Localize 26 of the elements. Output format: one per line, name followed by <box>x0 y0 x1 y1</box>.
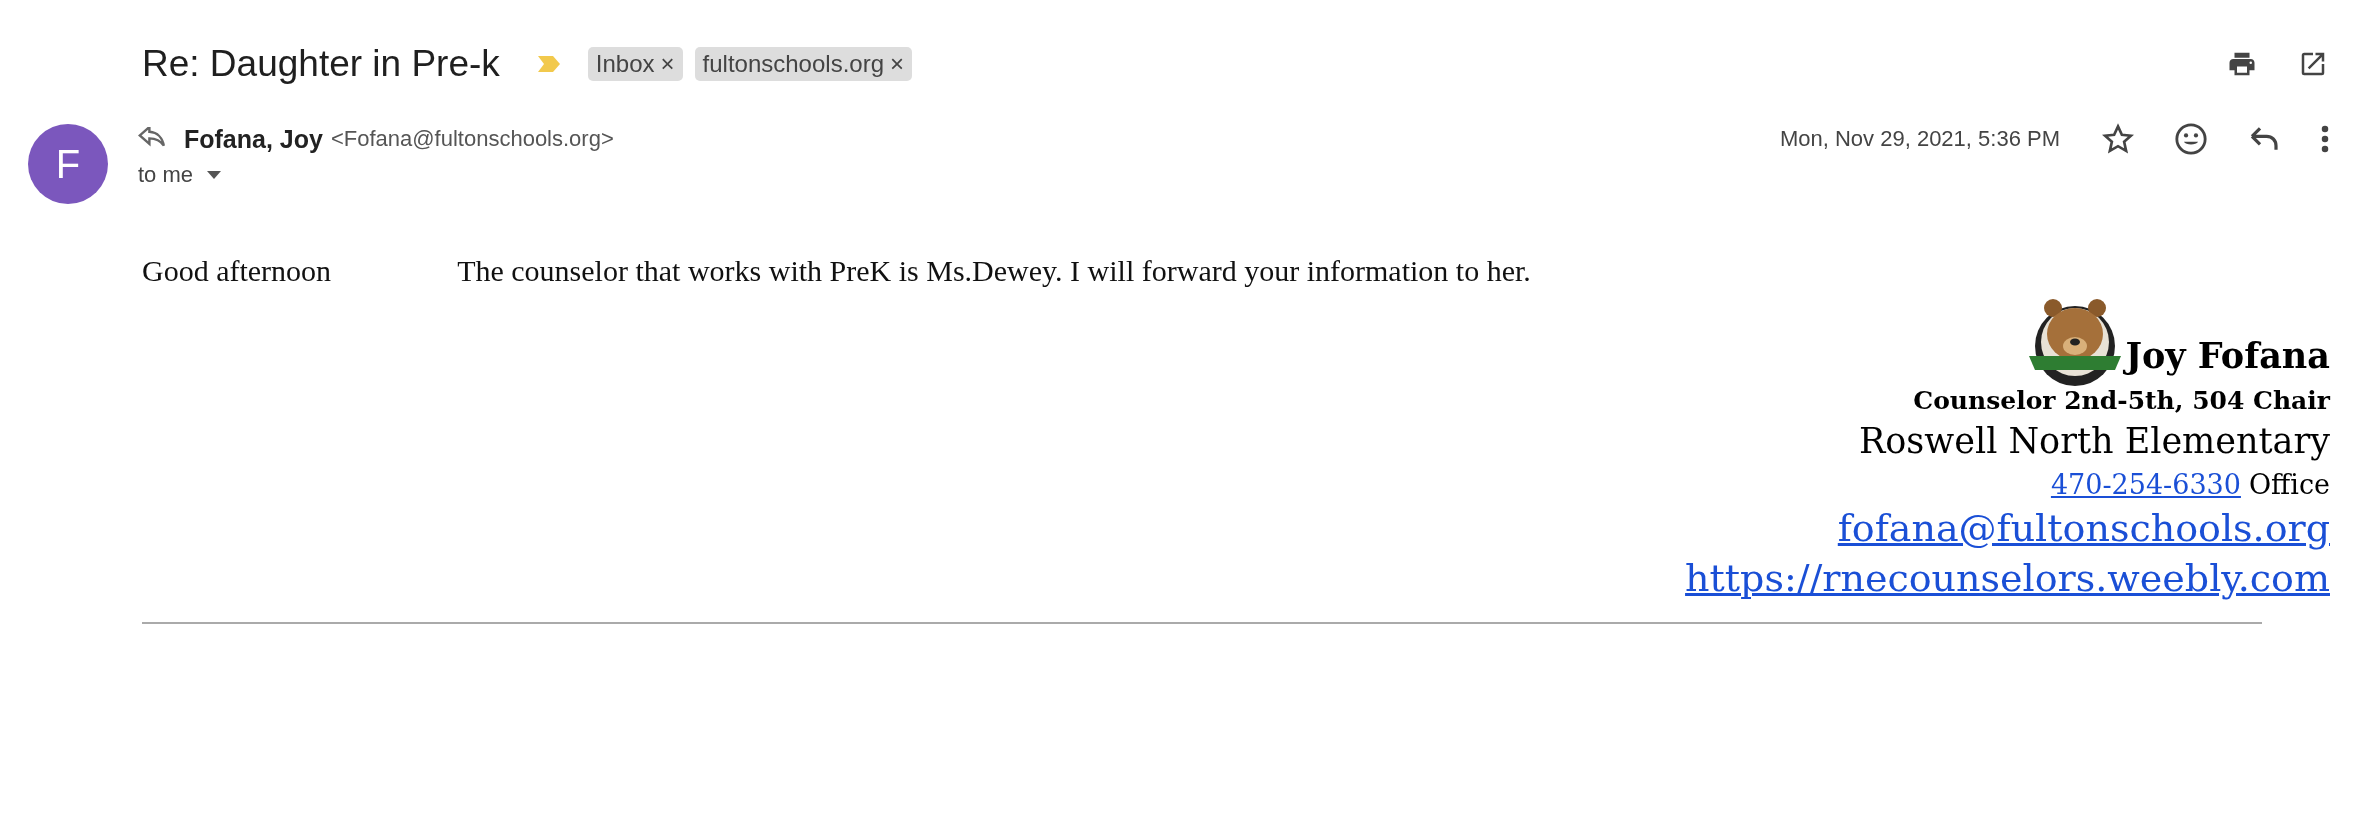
remove-label-button[interactable]: × <box>890 50 905 78</box>
importance-marker-icon[interactable] <box>535 55 562 73</box>
smiley-icon[interactable] <box>2174 122 2208 156</box>
remove-label-button[interactable]: × <box>660 50 675 78</box>
more-options-icon[interactable] <box>2320 124 2330 154</box>
signature-name: Joy Fofana <box>2125 335 2330 376</box>
email-subject: Re: Daughter in Pre-k <box>142 43 500 85</box>
body-text: The counselor that works with PreK is Ms.Dewey. I will forward your information to her. <box>457 254 1531 288</box>
phone-link[interactable]: 470-254-6330 <box>2050 469 2241 500</box>
phone-label: Office <box>2248 469 2330 500</box>
label-text: fultonschools.org <box>702 50 884 78</box>
website-link[interactable]: https://rnecounselors.weebly.com <box>1685 556 2330 600</box>
label-chip[interactable]: fultonschools.org × <box>694 47 913 81</box>
label-text: Inbox <box>595 50 655 78</box>
label-chip[interactable]: Inbox × <box>587 47 683 81</box>
message-date: Mon, Nov 29, 2021, 5:36 PM <box>1779 126 2060 152</box>
recipient-label: to me <box>138 162 194 188</box>
dropdown-caret-icon[interactable] <box>207 171 222 179</box>
star-icon[interactable] <box>2102 123 2134 155</box>
greeting-text: Good afternoon <box>142 254 332 288</box>
signature-role: Counselor 2nd-5th, 504 Chair <box>1913 386 2330 415</box>
sender-name: Fofana, Joy <box>184 124 323 154</box>
avatar: F <box>28 124 108 204</box>
school-name: Roswell North Elementary <box>1858 421 2330 461</box>
sender-email: <Fofana@fultonschools.org> <box>330 126 614 152</box>
email-link[interactable]: fofana@fultonschools.org <box>1837 506 2330 550</box>
